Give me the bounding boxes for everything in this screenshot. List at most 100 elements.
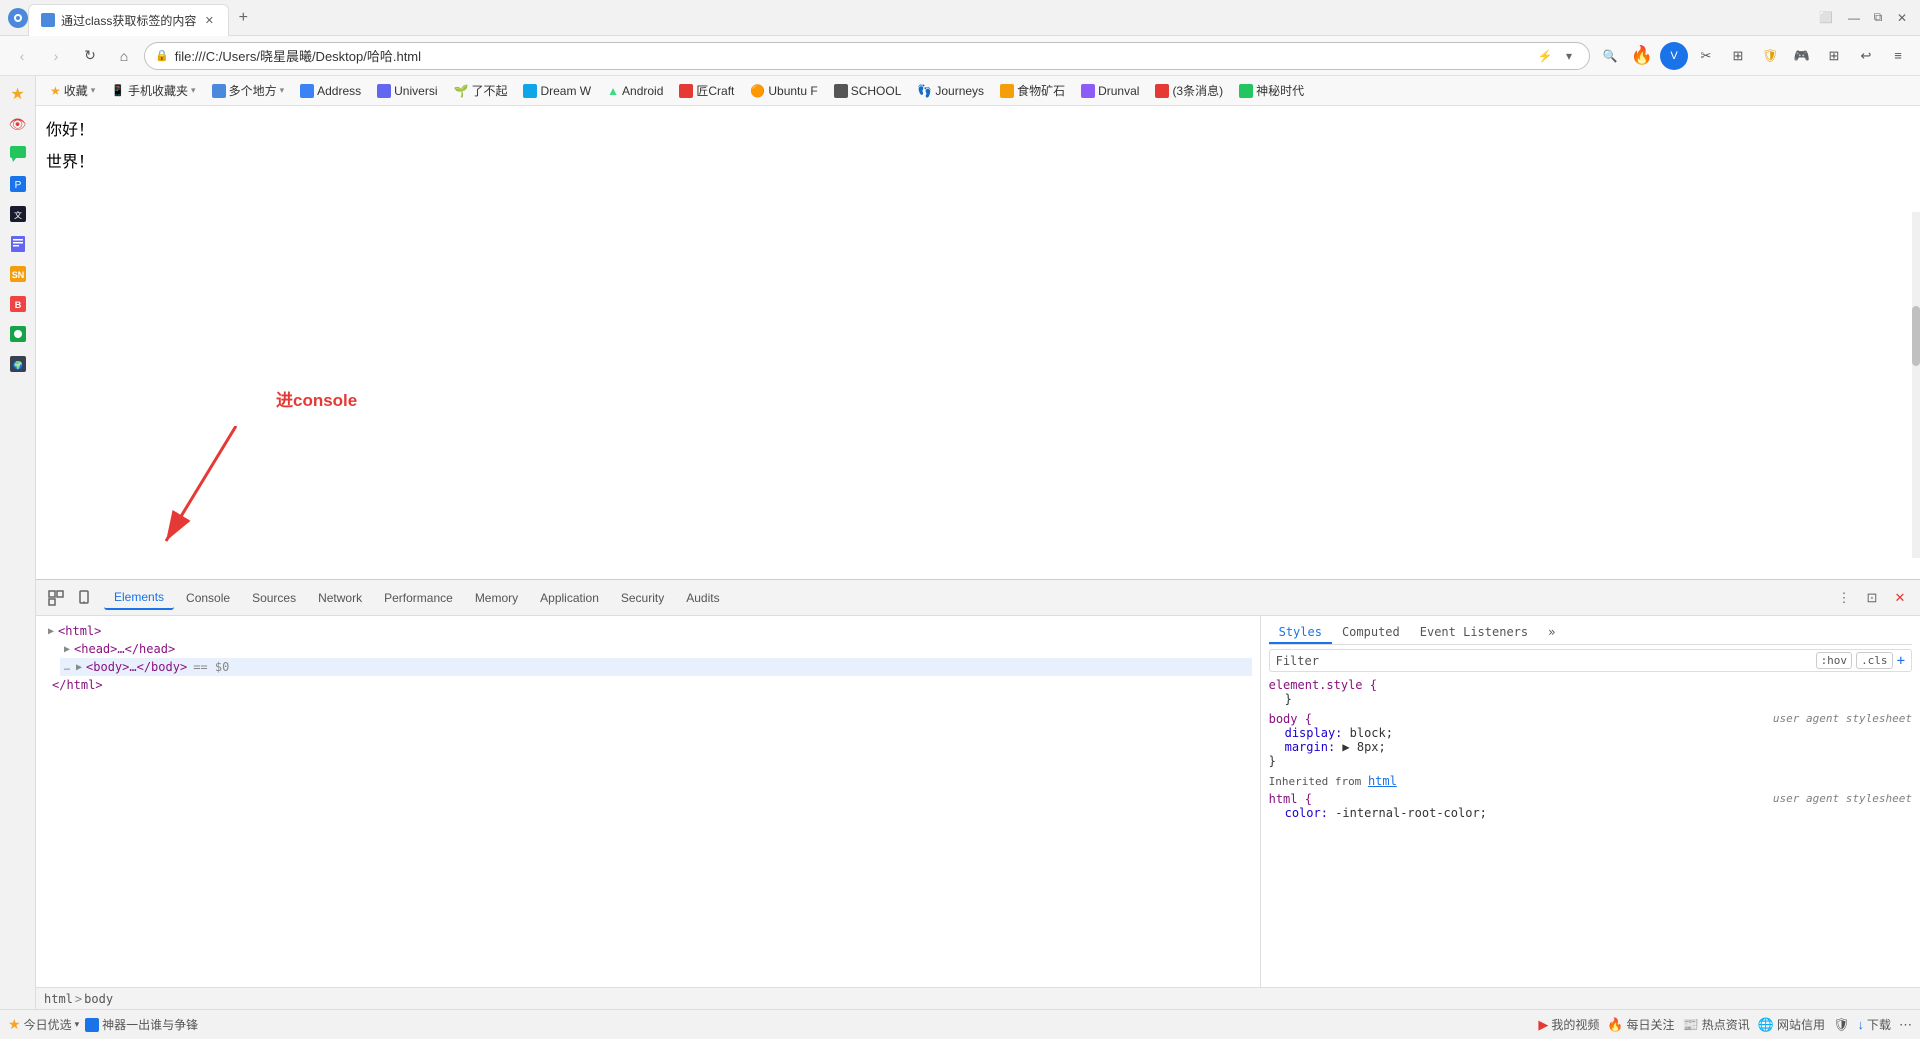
refresh-button[interactable]: ↻ (76, 42, 104, 70)
status-news[interactable]: 📰 热点资讯 (1683, 1016, 1750, 1033)
devtools-tab-memory[interactable]: Memory (465, 587, 528, 609)
sidebar-eye[interactable]: 👁 (4, 110, 32, 138)
bookmark-android[interactable]: ▲ Android (601, 82, 669, 100)
window-minimize-button[interactable]: — (1844, 8, 1864, 28)
sidebar-doc[interactable] (4, 230, 32, 258)
devtools-tab-console[interactable]: Console (176, 587, 240, 609)
styles-tab-computed[interactable]: Computed (1332, 622, 1410, 644)
status-video[interactable]: ▶ 我的视频 (1538, 1016, 1599, 1033)
sidebar-dark2[interactable]: 🌍 (4, 350, 32, 378)
game-button[interactable]: 🎮 (1788, 42, 1816, 70)
bookmark-places[interactable]: 多个地方 ▾ (206, 80, 291, 101)
sidebar-chat[interactable] (4, 140, 32, 168)
home-button[interactable]: ⌂ (110, 42, 138, 70)
status-bot[interactable]: 神器一出谁与争锋 (85, 1016, 198, 1033)
status-download[interactable]: ↓ 下载 (1857, 1016, 1891, 1033)
toggle-head[interactable]: ▶ (64, 644, 70, 655)
devtools-tab-performance[interactable]: Performance (374, 587, 463, 609)
devtools-inspect-icon[interactable] (44, 586, 68, 610)
bookmark-address[interactable]: Address (294, 82, 367, 100)
devtools-device-icon[interactable] (72, 586, 96, 610)
devtools-tab-network[interactable]: Network (308, 587, 372, 609)
shield-status-icon: 🛡 (1833, 1017, 1850, 1033)
devtools-settings-icon[interactable]: ⋮ (1832, 586, 1856, 610)
lightning-icon[interactable]: ⚡ (1535, 46, 1555, 66)
bookmark-school[interactable]: SCHOOL (828, 82, 908, 100)
hotspot-button[interactable]: 🔥 (1628, 42, 1656, 70)
devtools-tab-application[interactable]: Application (530, 587, 609, 609)
html-close-line[interactable]: </html> (44, 676, 1252, 694)
bookmark-mobile[interactable]: 📱 手机收藏夹 ▾ (105, 80, 201, 101)
back-button[interactable]: ‹ (8, 42, 36, 70)
sidebar-blue[interactable]: P (4, 170, 32, 198)
bookmark-universi[interactable]: Universi (371, 82, 443, 100)
toggle-body[interactable]: ▶ (76, 662, 82, 673)
grid-button[interactable]: ⊞ (1724, 42, 1752, 70)
bookmark-drunval[interactable]: Drunval (1075, 82, 1145, 100)
devtools-tab-security[interactable]: Security (611, 587, 674, 609)
active-tab[interactable]: 通过class获取标签的内容 ✕ (28, 4, 229, 36)
bookmark-favorites[interactable]: ★ 收藏 ▾ (44, 80, 101, 101)
devtools-tab-elements[interactable]: Elements (104, 586, 174, 610)
window-ext1[interactable]: ⬜ (1812, 4, 1840, 32)
filter-input[interactable] (1327, 654, 1812, 668)
filter-cls[interactable]: .cls (1856, 652, 1893, 669)
css-rule-body: body { user agent stylesheet display: bl… (1269, 712, 1912, 768)
window-close-button[interactable]: ✕ (1892, 8, 1912, 28)
bookmark-food[interactable]: 食物矿石 (994, 80, 1071, 101)
undo-button[interactable]: ↩ (1852, 42, 1880, 70)
styles-tab-eventlisteners[interactable]: Event Listeners (1410, 622, 1538, 644)
inherited-html-link[interactable]: html (1368, 774, 1397, 788)
status-shield[interactable]: 🛡 (1833, 1017, 1850, 1033)
new-tab-button[interactable]: + (229, 4, 257, 32)
inherited-from: Inherited from html (1269, 774, 1912, 788)
toggle-html[interactable]: ▶ (48, 626, 54, 637)
sidebar-orange[interactable]: SN (4, 260, 32, 288)
status-daily[interactable]: 🔥 每日关注 (1607, 1016, 1674, 1033)
bookmark-amazing[interactable]: 🌱 了不起 (447, 80, 513, 101)
styles-tab-more[interactable]: » (1538, 622, 1565, 644)
address-bar[interactable]: 🔒 file:///C:/Users/晓星晨曦/Desktop/哈哈.html … (144, 42, 1590, 70)
body-tag-line[interactable]: … ▶ <body>…</body> == $0 (60, 658, 1252, 676)
sidebar-star[interactable]: ★ (4, 80, 32, 108)
devtools-undock-icon[interactable]: ⊡ (1860, 586, 1884, 610)
sidebar-red[interactable]: B (4, 290, 32, 318)
shield-button[interactable]: 🛡 (1756, 42, 1784, 70)
sidebar-green-app[interactable] (4, 320, 32, 348)
bookmark-craft[interactable]: 匠Craft (673, 80, 740, 101)
vpn-button[interactable]: V (1660, 42, 1688, 70)
apps-button[interactable]: ⊞ (1820, 42, 1848, 70)
search-button[interactable]: 🔍 (1596, 42, 1624, 70)
window-restore-button[interactable]: ⧉ (1868, 8, 1888, 28)
devtools-tab-audits[interactable]: Audits (676, 587, 729, 609)
bookmark-dreamw[interactable]: Dream W (517, 82, 597, 100)
filter-hov[interactable]: :hov (1816, 652, 1853, 669)
status-website[interactable]: 🌐 网站信用 (1758, 1016, 1825, 1033)
sidebar-dark[interactable]: 文 (4, 200, 32, 228)
devtools-tab-sources[interactable]: Sources (242, 587, 306, 609)
css-value-color: -internal-root-color; (1335, 806, 1487, 820)
scrollbar-thumb[interactable] (1912, 306, 1920, 366)
address-dropdown[interactable]: ▾ (1559, 46, 1579, 66)
css-comment-html: user agent stylesheet (1773, 792, 1912, 806)
styles-tabs: Styles Computed Event Listeners » (1269, 622, 1912, 645)
tab-close-button[interactable]: ✕ (202, 13, 216, 27)
html-tag-line[interactable]: ▶ <html> (44, 622, 1252, 640)
path-html[interactable]: html (44, 992, 73, 1006)
bookmark-journeys[interactable]: 👣 Journeys (911, 82, 990, 100)
cut-button[interactable]: ✂ (1692, 42, 1720, 70)
bookmark-mystery[interactable]: 神秘时代 (1233, 80, 1310, 101)
status-today-picks[interactable]: ★ 今日优选 ▾ (8, 1016, 79, 1033)
filter-add-button[interactable]: + (1897, 653, 1905, 669)
bookmark-messages[interactable]: (3条消息) (1149, 80, 1229, 101)
page-scrollbar[interactable] (1912, 212, 1920, 558)
devtools-panel: Elements Console Sources Network Perform… (36, 579, 1920, 1009)
forward-button[interactable]: › (42, 42, 70, 70)
head-tag-line[interactable]: ▶ <head>…</head> (60, 640, 1252, 658)
path-body[interactable]: body (84, 992, 113, 1006)
devtools-close-icon[interactable]: ✕ (1888, 586, 1912, 610)
more-button[interactable]: ≡ (1884, 42, 1912, 70)
status-more[interactable]: ⋯ (1899, 1017, 1912, 1033)
styles-tab-styles[interactable]: Styles (1269, 622, 1332, 644)
bookmark-ubuntu[interactable]: 🟠 Ubuntu F (744, 82, 823, 100)
